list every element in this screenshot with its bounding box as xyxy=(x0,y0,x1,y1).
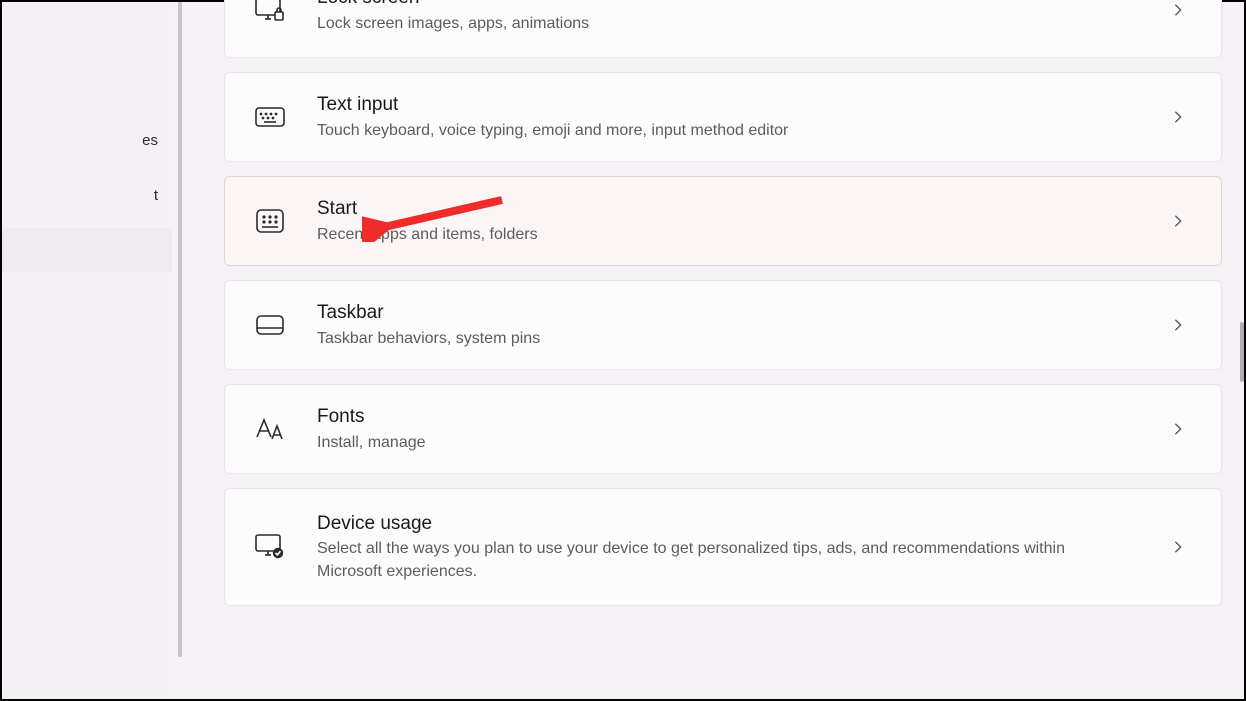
setting-subtitle: Select all the ways you plan to use your… xyxy=(317,537,1139,583)
chevron-right-icon xyxy=(1171,422,1191,436)
setting-subtitle: Taskbar behaviors, system pins xyxy=(317,327,1139,350)
device-check-icon xyxy=(255,532,285,562)
setting-text: Device usage Select all the ways you pla… xyxy=(317,511,1139,584)
sidebar-item-cut-b[interactable]: t xyxy=(2,177,172,214)
chevron-right-icon xyxy=(1171,540,1191,554)
chevron-right-icon xyxy=(1171,3,1191,17)
sidebar-divider xyxy=(178,2,182,657)
chevron-right-icon xyxy=(1171,214,1191,228)
setting-taskbar[interactable]: Taskbar Taskbar behaviors, system pins xyxy=(224,280,1222,370)
setting-fonts[interactable]: Fonts Install, manage xyxy=(224,384,1222,474)
setting-subtitle: Recent apps and items, folders xyxy=(317,223,1139,246)
setting-subtitle: Lock screen images, apps, animations xyxy=(317,12,1139,35)
setting-text: Taskbar Taskbar behaviors, system pins xyxy=(317,300,1139,350)
monitor-lock-icon xyxy=(255,0,285,25)
start-grid-icon xyxy=(255,206,285,236)
setting-title: Text input xyxy=(317,92,1139,119)
setting-title: Fonts xyxy=(317,404,1139,431)
setting-subtitle: Install, manage xyxy=(317,431,1139,454)
setting-text: Fonts Install, manage xyxy=(317,404,1139,454)
setting-text: Start Recent apps and items, folders xyxy=(317,196,1139,246)
setting-title: Start xyxy=(317,196,1139,223)
setting-title: Device usage xyxy=(317,511,1139,538)
setting-subtitle: Touch keyboard, voice typing, emoji and … xyxy=(317,119,1139,142)
settings-list: Lock screen Lock screen images, apps, an… xyxy=(224,2,1222,606)
sidebar: es t xyxy=(2,2,172,699)
chevron-right-icon xyxy=(1171,318,1191,332)
setting-lock-screen[interactable]: Lock screen Lock screen images, apps, an… xyxy=(224,0,1222,58)
setting-title: Taskbar xyxy=(317,300,1139,327)
sidebar-item-cut-a[interactable]: es xyxy=(2,122,172,159)
setting-text: Text input Touch keyboard, voice typing,… xyxy=(317,92,1139,142)
setting-text-input[interactable]: Text input Touch keyboard, voice typing,… xyxy=(224,72,1222,162)
setting-text: Lock screen Lock screen images, apps, an… xyxy=(317,0,1139,35)
taskbar-icon xyxy=(255,310,285,340)
fonts-icon xyxy=(255,414,285,444)
setting-title: Lock screen xyxy=(317,0,1139,12)
chevron-right-icon xyxy=(1171,110,1191,124)
setting-start[interactable]: Start Recent apps and items, folders xyxy=(224,176,1222,266)
sidebar-item-selected[interactable] xyxy=(2,228,172,272)
setting-device-usage[interactable]: Device usage Select all the ways you pla… xyxy=(224,488,1222,606)
keyboard-icon xyxy=(255,102,285,132)
scrollbar-thumb[interactable] xyxy=(1240,322,1244,382)
